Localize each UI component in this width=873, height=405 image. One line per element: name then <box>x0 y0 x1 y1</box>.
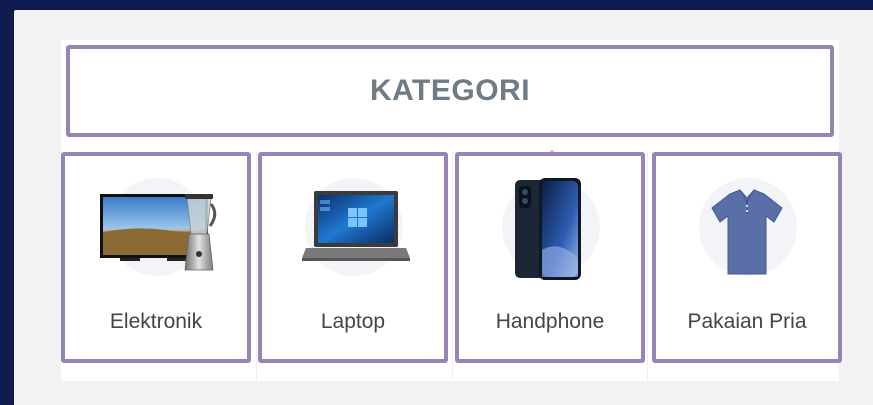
tv-blender-icon <box>100 194 217 271</box>
category-title: KATEGORI <box>369 74 531 107</box>
polo-shirt-icon <box>711 189 783 275</box>
category-label: Handphone <box>495 310 605 333</box>
category-card-pakaian-pria[interactable]: Pakaian Pria <box>652 152 842 363</box>
category-header: KATEGORI <box>66 45 834 137</box>
category-label: Laptop <box>320 310 386 333</box>
category-label: Pakaian Pria <box>687 310 807 333</box>
category-card-laptop[interactable]: Laptop <box>258 152 448 363</box>
column-divider <box>647 150 648 381</box>
column-divider <box>256 150 257 381</box>
column-divider <box>452 150 453 381</box>
smartphone-icon <box>515 178 581 280</box>
laptop-icon <box>302 191 410 261</box>
category-card-handphone[interactable]: Handphone <box>455 152 645 363</box>
category-card-elektronik[interactable]: Elektronik <box>61 152 251 363</box>
category-label: Elektronik <box>109 310 203 333</box>
